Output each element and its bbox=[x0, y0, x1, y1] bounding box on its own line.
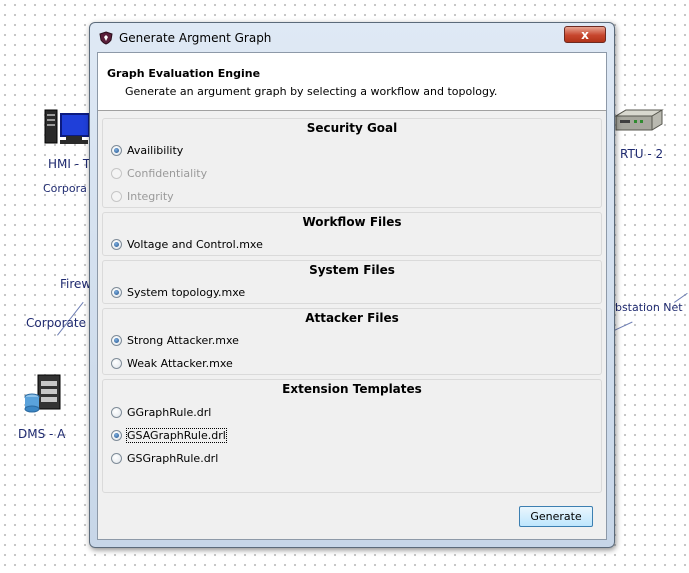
radio-button-icon bbox=[111, 190, 122, 202]
corporate-label: Corporate bbox=[26, 316, 86, 330]
radio-label: Strong Attacker.mxe bbox=[127, 333, 239, 347]
dialog-title: Generate Argment Graph bbox=[119, 31, 272, 45]
radio-strong-attacker[interactable]: Strong Attacker.mxe bbox=[111, 331, 239, 349]
radio-label: Confidentiality bbox=[127, 166, 208, 180]
radio-button-icon[interactable] bbox=[111, 429, 122, 441]
radio-label: Availibility bbox=[127, 143, 184, 157]
radio-button-icon[interactable] bbox=[111, 286, 122, 298]
rtu-label: RTU - 2 bbox=[620, 147, 664, 161]
generate-argument-graph-dialog: Generate Argment Graph x Graph Evaluatio… bbox=[89, 22, 615, 548]
dialog-content: Graph Evaluation Engine Generate an argu… bbox=[97, 52, 607, 540]
radio-label: System topology.mxe bbox=[127, 285, 246, 299]
dms-label: DMS - A bbox=[18, 427, 66, 441]
radio-weak-attacker[interactable]: Weak Attacker.mxe bbox=[111, 354, 233, 372]
radio-label: Weak Attacker.mxe bbox=[127, 356, 233, 370]
radio-availability[interactable]: Availibility bbox=[111, 141, 183, 159]
radio-button-icon[interactable] bbox=[111, 452, 122, 464]
header-panel: Graph Evaluation Engine Generate an argu… bbox=[98, 53, 606, 111]
computer-monitor-icon[interactable] bbox=[44, 108, 90, 148]
radio-label: Voltage and Control.mxe bbox=[127, 237, 263, 251]
group-title: Attacker Files bbox=[305, 311, 399, 325]
security-goal-group: Security Goal Availibility Confidentiali… bbox=[102, 118, 602, 208]
radio-gsgraphrule[interactable]: GSGraphRule.drl bbox=[111, 449, 218, 467]
radio-button-icon[interactable] bbox=[111, 406, 122, 418]
server-database-icon[interactable] bbox=[23, 373, 63, 415]
app-shield-icon bbox=[99, 31, 113, 45]
firewall-label: Firew bbox=[60, 277, 92, 291]
extension-templates-group: Extension Templates GGraphRule.drl GSAGr… bbox=[102, 379, 602, 493]
group-title: Security Goal bbox=[306, 121, 398, 135]
radio-ggraphrule[interactable]: GGraphRule.drl bbox=[111, 403, 211, 421]
corporate-network-label: Corpora bbox=[43, 182, 87, 195]
header-description: Generate an argument graph by selecting … bbox=[125, 85, 498, 98]
radio-label: GGraphRule.drl bbox=[127, 405, 212, 419]
radio-label: GSAGraphRule.drl bbox=[126, 427, 227, 443]
group-title: Extension Templates bbox=[282, 382, 422, 396]
group-title: Workflow Files bbox=[302, 215, 402, 229]
system-files-group: System Files System topology.mxe bbox=[102, 260, 602, 304]
rtu-device-icon[interactable] bbox=[614, 108, 664, 134]
radio-gsagraphrule[interactable]: GSAGraphRule.drl bbox=[111, 426, 227, 444]
dialog-titlebar[interactable]: Generate Argment Graph x bbox=[90, 23, 614, 53]
radio-voltage-and-control[interactable]: Voltage and Control.mxe bbox=[111, 235, 263, 253]
radio-button-icon bbox=[111, 167, 122, 179]
header-title: Graph Evaluation Engine bbox=[107, 67, 261, 80]
attacker-files-group: Attacker Files Strong Attacker.mxe Weak … bbox=[102, 308, 602, 375]
radio-button-icon[interactable] bbox=[111, 357, 122, 369]
radio-confidentiality: Confidentiality bbox=[111, 164, 207, 182]
substation-network-label: ubstation Net bbox=[608, 301, 683, 314]
group-title: System Files bbox=[309, 263, 395, 277]
radio-label: Integrity bbox=[127, 189, 174, 203]
radio-button-icon[interactable] bbox=[111, 238, 122, 250]
radio-system-topology[interactable]: System topology.mxe bbox=[111, 283, 245, 301]
workflow-files-group: Workflow Files Voltage and Control.mxe bbox=[102, 212, 602, 256]
radio-button-icon[interactable] bbox=[111, 144, 122, 156]
radio-button-icon[interactable] bbox=[111, 334, 122, 346]
radio-label: GSGraphRule.drl bbox=[127, 451, 219, 465]
radio-integrity: Integrity bbox=[111, 187, 174, 205]
connector-line bbox=[614, 321, 633, 331]
hmi-label: HMI - T bbox=[48, 157, 91, 171]
close-button[interactable]: x bbox=[564, 26, 606, 43]
generate-button[interactable]: Generate bbox=[519, 506, 593, 527]
